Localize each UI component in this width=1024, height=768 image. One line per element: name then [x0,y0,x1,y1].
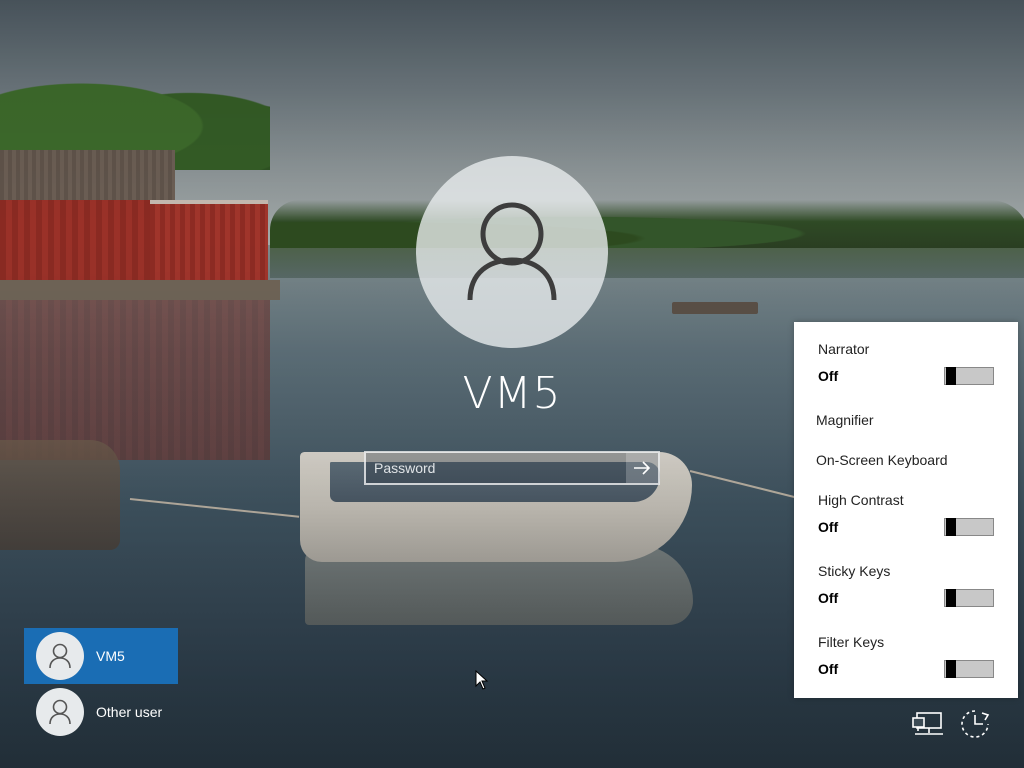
high-contrast-setting: High Contrast Off [818,492,994,536]
setting-name: High Contrast [818,492,904,508]
user-tile-label: Other user [96,704,163,720]
on-screen-keyboard-link[interactable]: On-Screen Keyboard [816,452,948,468]
user-avatar-large [416,156,608,348]
ease-of-access-icon [961,710,990,738]
filter-keys-setting: Filter Keys Off [818,634,994,678]
setting-name: Filter Keys [818,634,885,650]
user-tile-other-user[interactable]: Other user [24,684,178,740]
sticky-keys-setting: Sticky Keys Off [818,563,994,607]
submit-button[interactable] [626,453,658,483]
setting-state: Off [818,519,839,535]
sticky-keys-toggle[interactable] [944,589,994,607]
password-box [364,451,660,485]
user-silhouette-icon [49,699,71,725]
user-avatar-small [36,688,84,736]
narrator-setting: Narrator Off [818,341,994,385]
network-button[interactable] [908,704,948,744]
password-input[interactable] [366,453,626,483]
ease-of-access-panel: Narrator Off Magnifier On-Screen Keyboar… [794,322,1018,698]
setting-name: Sticky Keys [818,563,891,579]
setting-state: Off [818,590,839,606]
user-avatar-small [36,632,84,680]
mouse-pointer-icon [475,670,489,690]
setting-name: Narrator [818,341,870,357]
user-tile-label: VM5 [96,648,125,664]
setting-state: Off [818,368,839,384]
user-silhouette-icon [467,202,557,301]
filter-keys-toggle[interactable] [944,660,994,678]
high-contrast-toggle[interactable] [944,518,994,536]
narrator-toggle[interactable] [944,367,994,385]
arrow-right-icon [634,461,651,475]
toggle-knob [946,518,956,536]
login-username: VM5 [462,368,562,419]
ease-of-access-button[interactable] [955,704,995,744]
network-icon [912,712,943,735]
toggle-knob [946,589,956,607]
setting-state: Off [818,661,839,677]
toggle-knob [946,367,956,385]
user-tile-vm5[interactable]: VM5 [24,628,178,684]
user-silhouette-icon [49,643,71,669]
magnifier-link[interactable]: Magnifier [816,412,874,428]
toggle-knob [946,660,956,678]
